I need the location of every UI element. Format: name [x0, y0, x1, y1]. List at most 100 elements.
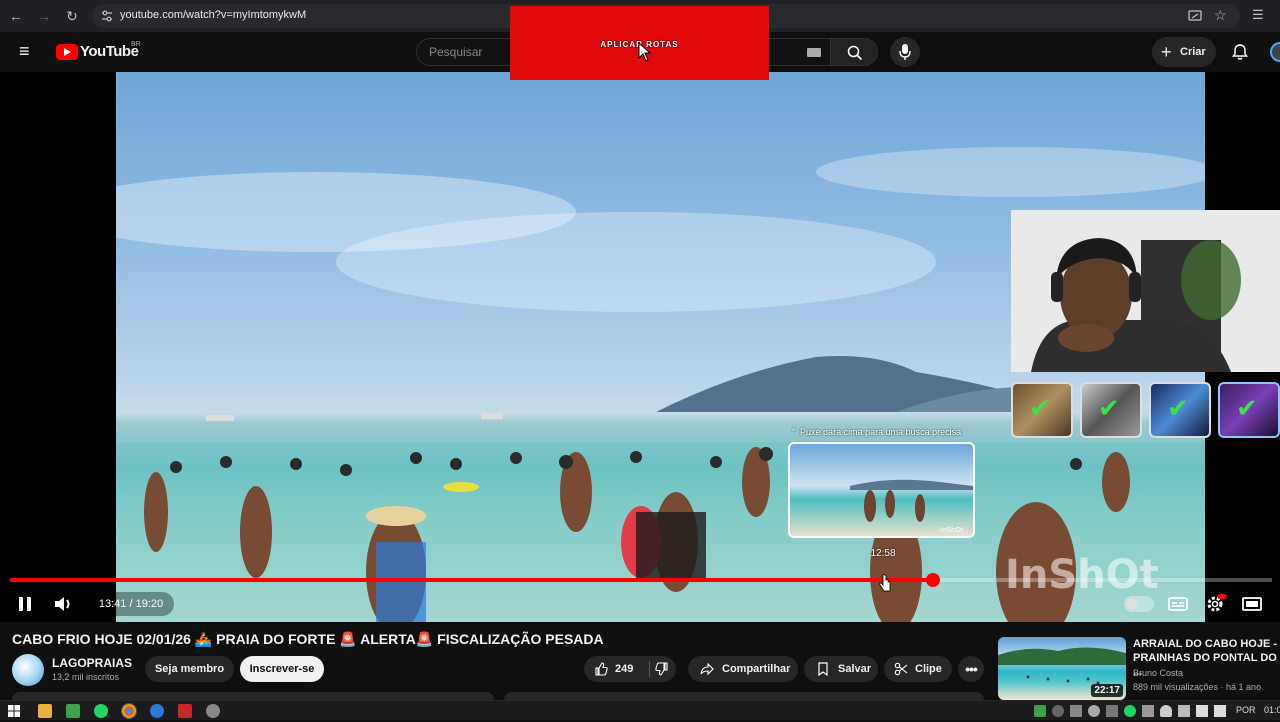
subscribe-button[interactable]: Inscrever-se: [240, 656, 324, 682]
notifications-bell-icon[interactable]: [1231, 43, 1249, 61]
back-icon[interactable]: ←: [6, 6, 26, 26]
progress-bar[interactable]: [10, 573, 1272, 587]
search-button[interactable]: [830, 38, 878, 66]
tray-app-icon[interactable]: [1178, 705, 1190, 717]
tray-app-icon[interactable]: [1106, 705, 1118, 717]
seek-preview-image: InShOt: [850, 479, 973, 534]
clip-label: Clipe: [915, 663, 942, 675]
channel-avatar[interactable]: [12, 654, 44, 686]
create-button[interactable]: + Criar: [1152, 37, 1216, 67]
search-icon: [847, 45, 863, 61]
like-dislike-group: 249: [584, 656, 676, 682]
join-label: Seja membro: [154, 663, 225, 675]
language-indicator[interactable]: POR: [1236, 705, 1256, 715]
settings-gear-icon[interactable]: [1203, 592, 1227, 616]
like-count[interactable]: 249: [615, 663, 633, 675]
subtitles-icon[interactable]: [1166, 592, 1190, 616]
like-divider: [649, 661, 650, 677]
recommended-channel[interactable]: Bruno Costa: [1133, 668, 1183, 678]
bookmark-star-icon[interactable]: ☆: [1214, 7, 1227, 24]
forward-icon[interactable]: →: [34, 6, 54, 26]
tray-app-icon[interactable]: [1052, 705, 1064, 717]
channel-name[interactable]: LAGOPRAIAS: [52, 656, 132, 670]
tray-app-icon[interactable]: [1034, 705, 1046, 717]
speaker-icon[interactable]: [1214, 705, 1226, 717]
scissors-icon: [894, 662, 908, 676]
share-button[interactable]: Compartilhar: [688, 656, 798, 682]
seek-preview-time: 12:58: [870, 548, 896, 559]
theater-mode-icon[interactable]: [1240, 592, 1264, 616]
webcam-overlay: [1011, 210, 1280, 372]
voice-search-button[interactable]: [890, 37, 920, 67]
dislike-icon[interactable]: [655, 662, 669, 676]
tray-spotify-icon[interactable]: [1124, 705, 1136, 717]
check-icon: ✔: [1167, 393, 1189, 423]
extensions-icon[interactable]: ☰: [1252, 7, 1264, 23]
share-label: Compartilhar: [722, 663, 791, 675]
tray-app-icon[interactable]: [1088, 705, 1100, 717]
app-icon[interactable]: [150, 704, 164, 718]
menu-icon[interactable]: ≡: [19, 42, 30, 60]
check-icon: ✔: [1236, 393, 1258, 423]
avatar[interactable]: [1270, 42, 1280, 62]
volume-icon[interactable]: [51, 592, 75, 616]
app-icon[interactable]: [178, 704, 192, 718]
cast-icon[interactable]: [1188, 9, 1202, 23]
like-icon[interactable]: [594, 662, 608, 676]
windows-start-icon[interactable]: [8, 704, 22, 718]
create-label: Criar: [1180, 46, 1206, 58]
video-player[interactable]: ✔ ✔ ✔ ✔ ⌃ Puxe para cima para uma busca …: [0, 72, 1280, 622]
site-settings-icon[interactable]: [100, 9, 114, 23]
more-actions-button[interactable]: •••: [958, 656, 984, 682]
clock[interactable]: 01:0: [1264, 705, 1280, 715]
app-icon[interactable]: [66, 704, 80, 718]
recommended-thumbnail[interactable]: 22:17: [998, 637, 1126, 700]
save-button[interactable]: Salvar: [804, 656, 878, 682]
youtube-logo-text[interactable]: YouTube: [80, 43, 139, 60]
pause-icon[interactable]: [13, 592, 37, 616]
description-box[interactable]: [12, 692, 494, 700]
autoplay-toggle[interactable]: [1124, 596, 1154, 612]
effect-thumbnail-1[interactable]: ✔: [1011, 382, 1073, 438]
effect-thumbnail-2[interactable]: ✔: [1080, 382, 1142, 438]
effect-thumbnail-3[interactable]: ✔: [1149, 382, 1211, 438]
chapters-box[interactable]: [504, 692, 984, 700]
svg-text:InShOt: InShOt: [940, 526, 964, 534]
recommended-duration: 22:17: [1091, 684, 1123, 697]
search-placeholder: Pesquisar: [429, 45, 483, 59]
share-icon: [700, 662, 714, 676]
file-explorer-icon[interactable]: [38, 704, 52, 718]
overlay-banner: APLICAR ROTAS: [510, 6, 769, 80]
keyboard-icon[interactable]: [807, 48, 821, 57]
check-icon: ✔: [1098, 393, 1120, 423]
spotify-icon[interactable]: [94, 704, 108, 718]
app-icon[interactable]: [206, 704, 220, 718]
hand-cursor-icon: [879, 574, 891, 592]
save-label: Salvar: [838, 663, 872, 675]
tray-app-icon[interactable]: [1070, 705, 1082, 717]
youtube-logo-icon[interactable]: [56, 44, 78, 60]
network-icon[interactable]: [1196, 705, 1208, 717]
reload-icon[interactable]: ↻: [62, 6, 82, 26]
windows-taskbar: POR 01:0: [0, 700, 1280, 720]
recommended-meta: 889 mil visualizações · há 1 ano: [1133, 682, 1262, 692]
video-title: CABO FRIO HOJE 02/01/26 🚣 PRAIA DO FORTE…: [12, 631, 604, 647]
seek-preview-tip: ⌃ Puxe para cima para uma busca precisa: [790, 427, 962, 437]
player-controls: 13:41 / 19:20: [0, 586, 1280, 622]
join-button[interactable]: Seja membro: [145, 656, 234, 682]
chrome-icon[interactable]: [121, 703, 137, 719]
progress-played: [10, 578, 933, 582]
subscribe-label: Inscrever-se: [249, 663, 315, 675]
tray-app-icon[interactable]: [1142, 705, 1154, 717]
plus-icon: +: [1161, 42, 1172, 62]
url-text: youtube.com/watch?v=myImtomykwM: [120, 9, 307, 21]
progress-scrubber[interactable]: [925, 573, 940, 587]
seek-preview-thumbnail: InShOt: [788, 442, 975, 538]
more-horizontal-icon: •••: [965, 661, 978, 677]
clip-button[interactable]: Clipe: [884, 656, 952, 682]
subscriber-count: 13,2 mil inscritos: [52, 672, 120, 682]
effect-thumbnail-4[interactable]: ✔: [1218, 382, 1280, 438]
microphone-tray-icon[interactable]: [1160, 705, 1172, 717]
mouse-cursor-icon: [638, 42, 652, 62]
region-badge: BR: [131, 41, 141, 48]
